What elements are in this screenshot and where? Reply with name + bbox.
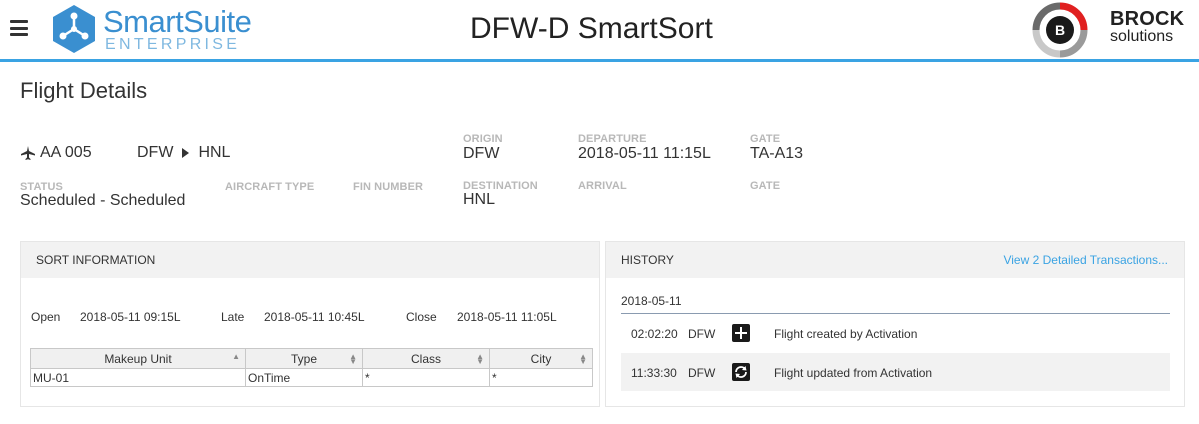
departure-label: DEPARTURE (578, 133, 647, 145)
history-entry: 02:02:20 DFW Flight created by Activatio… (621, 314, 1170, 352)
logo-subtitle: ENTERPRISE (105, 36, 241, 53)
arrival-label: ARRIVAL (578, 180, 627, 192)
flight-number: AA 005 (20, 144, 92, 162)
column-header-city[interactable]: City ▲ ▼ (489, 348, 593, 369)
brock-logo-icon: B (1032, 2, 1088, 58)
view-transactions-link[interactable]: View 2 Detailed Transactions... (1003, 253, 1168, 267)
smartsuite-logo-icon (53, 5, 95, 53)
menu-icon[interactable] (10, 20, 28, 36)
route-arrow-icon (182, 148, 190, 158)
sort-icon[interactable]: ▲ ▼ (476, 353, 484, 366)
column-header-class[interactable]: Class ▲ ▼ (362, 348, 490, 369)
gate-value: TA-A13 (750, 145, 804, 162)
flight-number-text: AA 005 (40, 144, 92, 161)
cell-class: * (362, 368, 490, 387)
cell-makeup-unit: MU-01 (30, 368, 246, 387)
route-from: DFW (137, 144, 174, 161)
column-header-makeup-unit[interactable]: Makeup Unit ▲ (30, 348, 246, 369)
svg-text:B: B (1055, 22, 1065, 38)
origin-value: DFW (463, 145, 500, 162)
logo-title: SmartSuite (103, 4, 252, 39)
late-label: Late (221, 310, 245, 324)
history-description: Flight updated from Activation (774, 366, 933, 380)
makeup-unit-table: Makeup Unit ▲ Type ▲ ▼ Class ▲ ▼ City ▲ ▼ MU-01… (30, 348, 593, 387)
history-title: HISTORY View 2 Detailed Transactions... (606, 242, 1184, 278)
sort-information-title: SORT INFORMATION (21, 242, 599, 278)
history-station: DFW (688, 327, 716, 341)
history-time: 02:02:20 (631, 327, 678, 341)
history-station: DFW (688, 366, 716, 380)
aircraft-type-label: AIRCRAFT TYPE (225, 181, 315, 193)
app-header: SmartSuite ENTERPRISE DFW-D SmartSort B … (0, 0, 1199, 62)
column-header-type[interactable]: Type ▲ ▼ (245, 348, 363, 369)
flight-route: DFW HNL (137, 144, 230, 162)
route-to: HNL (198, 144, 231, 161)
refresh-icon (732, 363, 750, 381)
fin-number-label: FIN NUMBER (353, 181, 424, 193)
close-label: Close (406, 310, 437, 324)
status-value: Scheduled - Scheduled (20, 192, 186, 209)
sort-icon[interactable]: ▲ ▼ (579, 353, 587, 366)
origin-label: ORIGIN (463, 133, 503, 145)
history-description: Flight created by Activation (774, 327, 918, 341)
brand-subtitle: solutions (1110, 28, 1174, 45)
history-entry: 11:33:30 DFW Flight updated from Activat… (621, 353, 1170, 391)
gate-label: GATE (750, 133, 781, 145)
open-label: Open (31, 310, 61, 324)
cell-type: OnTime (245, 368, 363, 387)
open-value: 2018-05-11 09:15L (80, 310, 181, 324)
late-value: 2018-05-11 10:45L (264, 310, 365, 324)
page-title: Flight Details (20, 78, 148, 103)
sort-asc-icon[interactable]: ▲ (232, 353, 240, 361)
history-panel: HISTORY View 2 Detailed Transactions... … (605, 241, 1185, 407)
gate-arrival-label: GATE (750, 180, 781, 192)
history-time: 11:33:30 (631, 366, 677, 380)
cell-city: * (489, 368, 593, 387)
destination-value: HNL (463, 191, 496, 208)
app-title: DFW-D SmartSort (470, 12, 713, 45)
departure-value: 2018-05-11 11:15L (578, 145, 711, 162)
sort-icon[interactable]: ▲ ▼ (349, 353, 357, 366)
close-value: 2018-05-11 11:05L (457, 310, 557, 324)
airplane-icon (21, 146, 35, 160)
sort-information-panel: SORT INFORMATION Open 2018-05-11 09:15L … (20, 241, 600, 407)
table-row[interactable]: MU-01 OnTime * * (30, 368, 593, 387)
plus-icon (732, 324, 750, 342)
history-date: 2018-05-11 (621, 294, 682, 308)
